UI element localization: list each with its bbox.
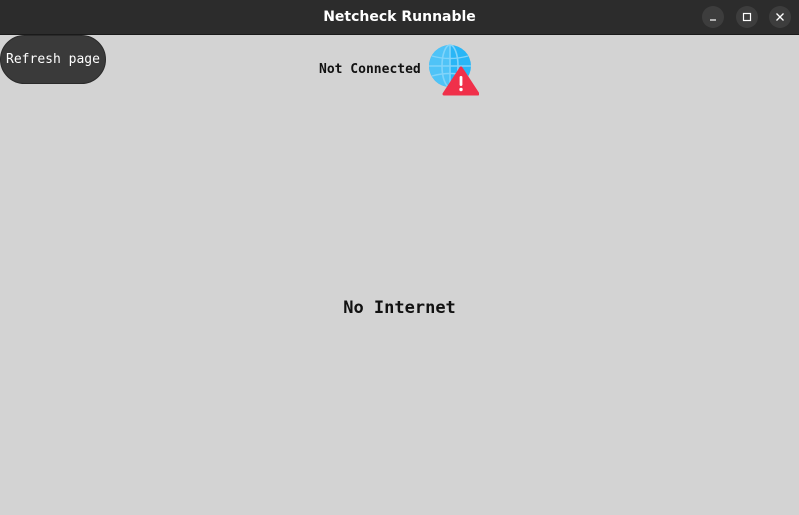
- close-icon: [776, 13, 784, 21]
- no-internet-message: No Internet: [343, 298, 456, 318]
- minimize-icon: [710, 19, 716, 21]
- app-window: Netcheck Runnable Refresh page Not Conne…: [0, 0, 799, 515]
- window-title: Netcheck Runnable: [323, 9, 476, 25]
- refresh-page-button[interactable]: Refresh page: [0, 35, 106, 84]
- maximize-icon: [742, 12, 752, 22]
- minimize-button[interactable]: [702, 6, 724, 28]
- maximize-button[interactable]: [736, 6, 758, 28]
- connection-status-label: Not Connected: [319, 62, 421, 77]
- globe-warning-icon: [429, 44, 479, 96]
- close-button[interactable]: [769, 6, 791, 28]
- title-bar[interactable]: Netcheck Runnable: [0, 0, 799, 35]
